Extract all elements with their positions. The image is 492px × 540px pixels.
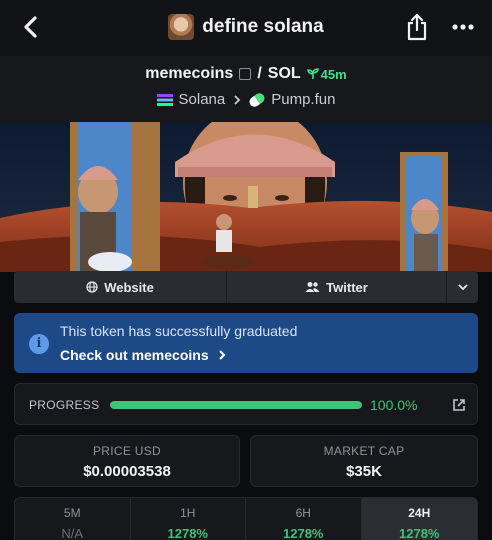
tab-1h-value: 1278%: [167, 526, 208, 540]
graduation-notice: i This token has successfully graduated …: [14, 313, 478, 373]
avatar: [168, 14, 195, 40]
pair-separator: /: [257, 65, 262, 82]
market-cap-label: MARKET CAP: [323, 444, 405, 458]
progress-value: 100.0%: [370, 397, 418, 413]
website-button[interactable]: Website: [14, 271, 227, 303]
twitter-label: Twitter: [326, 279, 368, 295]
external-link-icon[interactable]: [451, 397, 467, 413]
chain-name[interactable]: Solana: [179, 91, 226, 108]
check-out-token-link[interactable]: Check out memecoins: [60, 347, 227, 363]
price-usd-card: PRICE USD $0.00003538: [14, 435, 240, 487]
social-links-bar: Website Twitter: [14, 271, 478, 303]
token-age-value: 45m: [320, 66, 347, 82]
users-icon: [305, 282, 320, 292]
market-cap-value: $35K: [346, 463, 382, 480]
tab-6h-value: 1278%: [283, 526, 324, 540]
token-header: memecoins / SOL 45m Solana Pump.fun: [0, 56, 492, 122]
more-links-dropdown[interactable]: [447, 271, 478, 303]
check-out-label: Check out memecoins: [60, 347, 209, 363]
chain-breadcrumb: Solana Pump.fun: [0, 90, 492, 109]
price-usd-label: PRICE USD: [92, 444, 162, 458]
timeframe-tabs: 5M N/A 1H 1278% 6H 1278% 24H 1278%: [14, 497, 478, 540]
dex-name[interactable]: Pump.fun: [271, 91, 335, 108]
tab-1h-label: 1H: [180, 506, 196, 520]
bonding-progress: PROGRESS 100.0%: [14, 383, 478, 425]
page-title: define solana: [202, 16, 324, 37]
website-label: Website: [104, 279, 154, 295]
token-pair: memecoins / SOL 45m: [0, 65, 492, 83]
tab-6h[interactable]: 6H 1278%: [246, 498, 362, 540]
token-age: 45m: [306, 66, 347, 82]
solana-icon: [156, 93, 173, 106]
price-usd-value: $0.00003538: [83, 463, 171, 480]
quote-token: SOL: [267, 65, 301, 82]
tab-5m[interactable]: 5M N/A: [15, 498, 131, 540]
tab-5m-value: N/A: [61, 526, 84, 540]
chevron-right-icon: [234, 94, 241, 105]
chevron-right-icon: [218, 350, 226, 360]
tab-6h-label: 6H: [295, 506, 311, 520]
tab-24h-value: 1278%: [399, 526, 440, 540]
progress-bar-fill: [110, 401, 362, 409]
pumpfun-icon: [247, 90, 267, 109]
progress-bar: [110, 401, 362, 409]
twitter-button[interactable]: Twitter: [227, 271, 447, 303]
graduation-message: This token has successfully graduated: [60, 323, 298, 339]
tab-5m-label: 5M: [63, 506, 81, 520]
tab-24h-label: 24H: [408, 506, 431, 520]
seedling-icon: [306, 68, 319, 79]
globe-icon: [86, 281, 98, 293]
token-name: memecoins: [145, 65, 234, 82]
share-icon[interactable]: [405, 12, 429, 42]
tab-1h[interactable]: 1H 1278%: [131, 498, 246, 540]
copy-icon[interactable]: [239, 68, 252, 80]
progress-label: PROGRESS: [29, 398, 100, 412]
token-banner-image: [0, 122, 492, 272]
market-cap-card: MARKET CAP $35K: [250, 435, 478, 487]
more-horizontal-icon[interactable]: [450, 15, 476, 39]
top-bar: define solana: [0, 0, 492, 56]
tab-24h[interactable]: 24H 1278%: [361, 498, 477, 540]
chevron-down-icon: [457, 284, 468, 291]
info-icon: i: [29, 334, 49, 354]
